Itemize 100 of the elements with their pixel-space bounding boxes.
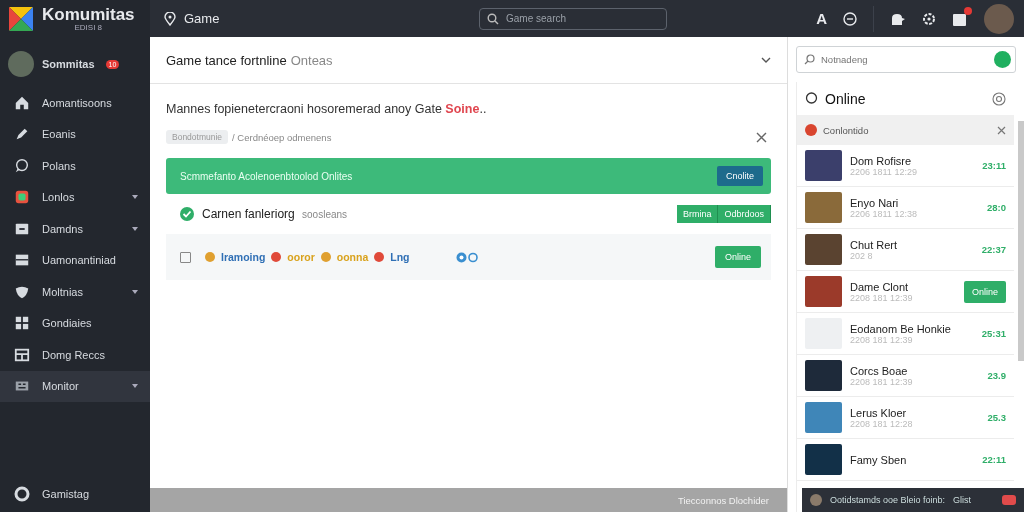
emoji-icon [205, 252, 215, 262]
item-subtitle: 202 8 [850, 250, 874, 261]
chip-label: Lng [390, 251, 410, 263]
sidebar-item[interactable]: Eoanis [0, 118, 150, 150]
photo-placeholder [805, 276, 842, 307]
list-item[interactable]: Lerus Kloer 2208 181 12:28 25.3 [797, 397, 1014, 439]
search-field[interactable]: Game search [479, 7, 667, 30]
item-name: Famy Sben [850, 453, 908, 466]
toast-text: Ootidstamds ooe Bleio foinb: [830, 495, 946, 505]
caret-icon [132, 195, 138, 200]
item-subtitle: 2208 181 12:28 [850, 418, 914, 429]
item-subtitle: 2206 1811 12:38 [850, 208, 918, 219]
search-icon [804, 54, 815, 65]
list-item[interactable]: Dame Clont 2208 181 12:39 Online [797, 271, 1014, 313]
sidebar-item[interactable]: Uamonantiniad [0, 244, 150, 276]
search-icon [487, 12, 499, 25]
notice-icon [805, 124, 817, 136]
list-item[interactable]: Corcs Boae 2208 181 12:39 23.9 [797, 355, 1014, 397]
check-circle-icon [180, 207, 194, 221]
list-item[interactable]: Chut Rert 202 8 22:37 [797, 229, 1014, 271]
toast-avatar [810, 494, 822, 506]
list-item[interactable]: Enyo Nari 2206 1811 12:38 28:0 [797, 187, 1014, 229]
refresh-icon[interactable] [992, 91, 1006, 106]
circle-icon [14, 486, 30, 502]
emoji-icon [271, 252, 282, 262]
sidebar-item[interactable]: Domg Reccs [0, 339, 150, 371]
badge-icon [1002, 495, 1016, 505]
emoji-icon [374, 252, 385, 262]
sidebar-item[interactable]: Damdns [0, 213, 150, 245]
close-icon[interactable] [756, 131, 767, 143]
tag: Bondotmunie [166, 130, 229, 144]
caret-icon [132, 226, 138, 231]
page-title: Game tance fortnline Onteas [166, 52, 333, 68]
photo-placeholder [805, 150, 842, 181]
photo-placeholder [805, 402, 842, 433]
photo-placeholder [805, 360, 842, 391]
photo-placeholder [805, 192, 842, 223]
close-icon[interactable] [997, 125, 1006, 135]
check-row-text: Carnen fanleriorg soosleans [202, 207, 348, 221]
list-item[interactable]: Famy Sben 22:11 [797, 439, 1014, 481]
sidebar-item[interactable]: Moltnias [0, 276, 150, 308]
banner-button[interactable]: Cnolite [717, 166, 763, 186]
caret-icon [132, 384, 138, 389]
item-subtitle: 2206 1811 12:29 [850, 166, 918, 177]
sidebar-item[interactable]: Monitor [0, 370, 150, 402]
chip-label: ooror [287, 251, 315, 263]
item-name: Eodanom Be Honkie [850, 322, 952, 335]
item-name: Dom Rofisre [850, 154, 913, 167]
heading: Mannes fopienetercraoni hosoremerad anoy Gate Soine.. [166, 102, 488, 116]
list-item[interactable]: Eodanom Be Honkie 2208 181 12:39 25:31 [797, 313, 1014, 355]
sidebar-item[interactable]: Lonlos [0, 181, 150, 213]
user-avatar [8, 51, 34, 77]
emoji-icon [320, 252, 331, 262]
location-label: Game [184, 11, 220, 26]
item-time: 22:37 [981, 244, 1006, 255]
puzzle-icon[interactable] [890, 11, 906, 26]
chip-label: Iramoing [221, 251, 266, 263]
photo-placeholder [805, 444, 842, 475]
item-name: Corcs Boae [850, 364, 909, 377]
item-time: 28:0 [987, 202, 1006, 213]
item-name: Enyo Nari [850, 196, 900, 209]
sidebar-item[interactable]: Polans [0, 150, 150, 182]
item-subtitle: 2208 181 12:39 [850, 334, 914, 345]
brand-name: Komumitas [42, 5, 135, 23]
user-name: Sommitas [42, 58, 95, 70]
panel-title: Online [825, 90, 866, 107]
status-text: Tiecconnos Dlochider [678, 494, 769, 506]
item-time: 23.9 [987, 370, 1006, 381]
footer-label: Gamistag [42, 488, 90, 500]
breadcrumb-path: / Cerdnéoep odmenens [232, 131, 332, 143]
gear-icon[interactable] [922, 11, 936, 26]
item-name: Dame Clont [850, 280, 910, 293]
item-name: Chut Rert [850, 238, 899, 251]
checkbox[interactable] [180, 251, 191, 263]
item-time: 22:11 [982, 454, 1006, 465]
item-time: 25.3 [987, 412, 1006, 423]
minus-circle-icon[interactable] [843, 11, 857, 26]
home-icon [14, 94, 30, 111]
item-time: 25:31 [981, 328, 1006, 339]
item-subtitle: 2208 181 12:39 [850, 376, 914, 387]
chevron-down-icon[interactable] [761, 57, 771, 63]
sidebar-item[interactable]: Aomantisoons [0, 87, 150, 119]
sidebar-item[interactable]: Gondiaies [0, 307, 150, 339]
notice-text: Conlontido [823, 124, 869, 136]
location-pin-icon [164, 11, 176, 26]
grid-icon [14, 315, 30, 332]
app-icon [14, 189, 30, 206]
banner-text: Scmmefanto Acolenoenbtoolod Onlites [180, 170, 353, 182]
list-item[interactable]: Dom Rofisre 2206 1811 12:29 23:11 [797, 145, 1014, 187]
chip-label: oonna [336, 251, 369, 263]
info-icon [455, 251, 480, 263]
logo-icon [8, 5, 34, 32]
table-icon [14, 346, 30, 363]
toast-action[interactable]: Glist [953, 495, 972, 505]
caret-icon [132, 289, 138, 294]
item-subtitle: 2208 181 12:39 [850, 292, 914, 303]
photo-placeholder [805, 234, 842, 265]
font-button[interactable]: A [816, 10, 827, 27]
brand-subtitle: EDISI 8 [73, 22, 104, 32]
item-name: Lerus Kloer [850, 406, 908, 419]
